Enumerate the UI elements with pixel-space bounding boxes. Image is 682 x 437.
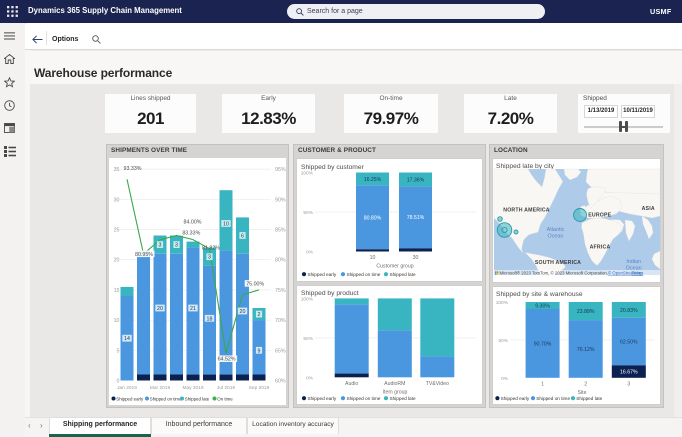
svg-text:100%: 100% <box>496 300 509 306</box>
svg-text:75%: 75% <box>275 288 286 294</box>
svg-text:15: 15 <box>114 288 120 294</box>
svg-text:80.95%: 80.95% <box>135 252 153 258</box>
svg-text:Shipped early: Shipped early <box>308 272 337 277</box>
svg-text:81.82%: 81.82% <box>202 246 220 252</box>
svg-text:23.88%: 23.88% <box>577 309 595 315</box>
svg-text:Mar 2019: Mar 2019 <box>150 385 171 391</box>
svg-text:Terms: Terms <box>632 270 644 275</box>
svg-text:May 2019: May 2019 <box>182 385 203 391</box>
svg-text:62.50%: 62.50% <box>620 340 638 346</box>
svg-text:76.12%: 76.12% <box>577 347 595 353</box>
svg-text:Atlantic: Atlantic <box>547 227 565 233</box>
svg-text:Shipped late: Shipped late <box>185 396 210 401</box>
svg-text:3: 3 <box>627 381 630 387</box>
svg-text:80.80%: 80.80% <box>364 215 382 221</box>
svg-text:Shipped on time: Shipped on time <box>536 396 570 401</box>
svg-text:100%: 100% <box>301 171 314 177</box>
svg-text:9.30%: 9.30% <box>535 304 550 310</box>
svg-text:Shipped late: Shipped late <box>576 396 602 401</box>
svg-text:14: 14 <box>124 336 130 342</box>
svg-text:Shipped on time: Shipped on time <box>347 396 381 401</box>
svg-text:20.83%: 20.83% <box>620 308 638 314</box>
svg-text:NORTH AMERICA: NORTH AMERICA <box>503 208 550 214</box>
svg-text:Sep 2019: Sep 2019 <box>249 385 270 391</box>
svg-text:0%: 0% <box>306 250 314 256</box>
svg-text:30: 30 <box>114 197 120 203</box>
svg-text:SOUTH AMERICA: SOUTH AMERICA <box>535 260 581 266</box>
svg-text:90.70%: 90.70% <box>534 341 552 347</box>
svg-text:50%: 50% <box>303 336 313 342</box>
svg-text:65%: 65% <box>275 348 286 354</box>
svg-text:10: 10 <box>223 222 229 228</box>
svg-text:9: 9 <box>258 348 261 354</box>
svg-text:30: 30 <box>413 255 419 261</box>
svg-text:Microsoft® 2023 TomTom, © 2023: Microsoft® 2023 TomTom, © 2023 Microsoft… <box>500 270 608 275</box>
svg-text:10: 10 <box>114 318 120 324</box>
svg-text:3: 3 <box>208 255 211 261</box>
svg-text:80%: 80% <box>275 258 286 264</box>
svg-text:70%: 70% <box>275 318 286 324</box>
svg-text:5: 5 <box>117 348 120 354</box>
svg-text:Site: Site <box>578 390 587 396</box>
svg-text:95%: 95% <box>275 167 286 173</box>
svg-text:Jan 2019: Jan 2019 <box>117 385 137 391</box>
svg-text:Shipped by product: Shipped by product <box>301 290 359 297</box>
svg-text:Audio: Audio <box>345 381 358 387</box>
svg-text:0%: 0% <box>306 375 314 381</box>
svg-text:25: 25 <box>114 228 120 234</box>
svg-text:75.00%: 75.00% <box>246 281 264 287</box>
svg-text:21: 21 <box>190 306 196 312</box>
svg-text:20: 20 <box>240 309 246 315</box>
svg-text:Shipped on time: Shipped on time <box>347 272 381 277</box>
svg-text:83.33%: 83.33% <box>182 231 200 237</box>
svg-text:Shipped early: Shipped early <box>501 396 530 401</box>
svg-text:ASIA: ASIA <box>642 206 655 212</box>
svg-text:20: 20 <box>157 306 163 312</box>
svg-text:Shipped late: Shipped late <box>390 272 416 277</box>
svg-text:16.67%: 16.67% <box>620 370 638 376</box>
svg-text:3: 3 <box>159 243 162 249</box>
svg-text:AudioRM: AudioRM <box>384 381 405 387</box>
svg-text:18: 18 <box>207 316 213 322</box>
svg-text:EUROPE: EUROPE <box>588 212 611 218</box>
svg-text:Customer group: Customer group <box>376 264 413 270</box>
svg-text:Shipped early: Shipped early <box>308 396 337 401</box>
svg-text:64.52%: 64.52% <box>218 357 236 363</box>
svg-text:Indian: Indian <box>626 259 641 265</box>
svg-text:3: 3 <box>175 243 178 249</box>
svg-text:Item group: Item group <box>383 389 408 395</box>
svg-text:2: 2 <box>584 381 587 387</box>
svg-text:16.25%: 16.25% <box>364 177 382 183</box>
svg-text:85%: 85% <box>275 228 286 234</box>
svg-text:50%: 50% <box>498 338 508 344</box>
svg-text:1: 1 <box>541 381 544 387</box>
svg-text:Shipped late: Shipped late <box>390 396 416 401</box>
svg-text:10: 10 <box>370 255 376 261</box>
svg-text:2: 2 <box>258 312 261 318</box>
svg-text:35: 35 <box>114 167 120 173</box>
svg-text:Shipped early: Shipped early <box>116 396 144 401</box>
svg-text:6: 6 <box>241 234 244 240</box>
svg-text:78.51%: 78.51% <box>407 215 425 221</box>
svg-text:Shipped by site & warehouse: Shipped by site & warehouse <box>496 291 583 298</box>
svg-text:50%: 50% <box>303 210 313 216</box>
svg-text:90%: 90% <box>275 197 286 203</box>
svg-text:60%: 60% <box>275 379 286 385</box>
svg-text:100%: 100% <box>301 296 314 302</box>
svg-text:Jul 2019: Jul 2019 <box>217 385 235 391</box>
svg-text:On time: On time <box>217 396 233 401</box>
svg-text:Shipped on time: Shipped on time <box>150 396 182 401</box>
svg-text:Ocean: Ocean <box>548 234 564 240</box>
svg-text:93.33%: 93.33% <box>124 166 142 172</box>
svg-text:Shipped by customer: Shipped by customer <box>301 164 365 171</box>
svg-text:AFRICA: AFRICA <box>590 245 611 251</box>
svg-text:17.36%: 17.36% <box>407 177 425 183</box>
svg-text:84.00%: 84.00% <box>184 220 202 226</box>
svg-text:20: 20 <box>114 258 120 264</box>
svg-text:0: 0 <box>117 379 120 385</box>
svg-text:0%: 0% <box>501 376 509 382</box>
svg-text:TV&Video: TV&Video <box>426 381 449 387</box>
